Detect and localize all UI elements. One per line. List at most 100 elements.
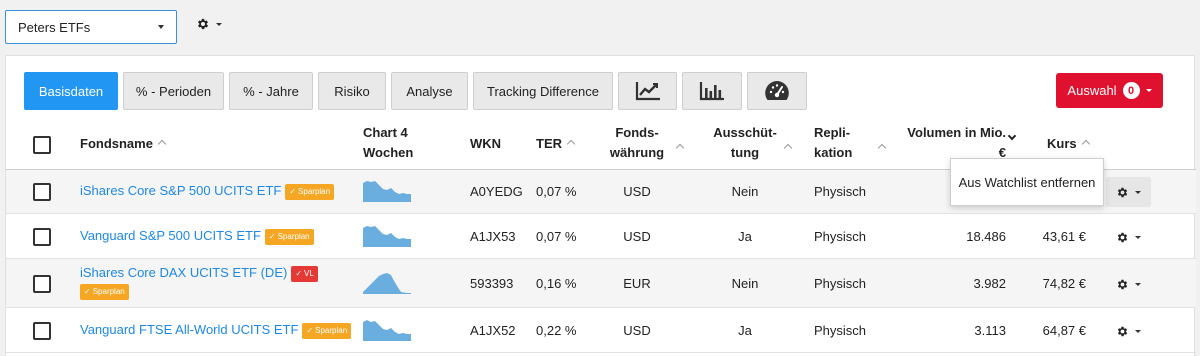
row-checkbox[interactable] <box>33 322 51 340</box>
select-all-checkbox[interactable] <box>33 136 51 154</box>
tab-analyse[interactable]: Analyse <box>391 72 468 110</box>
wkn-cell: A0YEDG <box>470 184 523 199</box>
row-settings-button[interactable] <box>1106 269 1151 299</box>
row-settings-button[interactable] <box>1106 222 1151 252</box>
col-waehrung[interactable]: Fonds-währung <box>607 123 667 163</box>
tab-jahre[interactable]: % - Jahre <box>229 72 313 110</box>
col-ter[interactable]: TER <box>536 134 576 154</box>
sort-down-icon <box>1007 131 1017 141</box>
tab-line-chart[interactable] <box>618 72 677 110</box>
sort-up-icon <box>157 139 167 149</box>
gear-icon <box>197 18 209 30</box>
ter-cell: 0,22 % <box>536 323 577 338</box>
col-label: kation <box>814 145 853 160</box>
col-label: Repli- <box>814 125 851 140</box>
fund-link[interactable]: Vanguard S&P 500 UCITS ETF <box>80 228 261 243</box>
fund-link[interactable]: Vanguard FTSE All-World UCITS ETF <box>80 322 298 337</box>
row-checkbox[interactable] <box>33 228 51 246</box>
row-checkbox[interactable] <box>33 275 51 293</box>
fund-link[interactable]: iShares Core S&P 500 UCITS ETF <box>80 183 281 198</box>
tab-label: Basisdaten <box>38 83 104 99</box>
distribution-cell: Ja <box>738 229 752 244</box>
volume-cell: 18.486 <box>966 229 1006 244</box>
gear-icon <box>1117 279 1128 289</box>
volume-cell: 3.982 <box>973 276 1006 291</box>
col-label: Fondsname <box>80 136 153 151</box>
badge-label: Sparplan <box>277 232 310 241</box>
watchlist-select[interactable]: Peters ETFs <box>5 10 177 44</box>
distribution-cell: Nein <box>731 184 759 199</box>
sparkline-chart <box>363 181 411 202</box>
tab-label: Tracking Difference <box>487 83 599 99</box>
check-icon: ✓ <box>289 187 297 196</box>
check-icon: ✓ <box>295 269 303 278</box>
row-action-menu: Aus Watchlist entfernen <box>950 158 1104 206</box>
auswahl-button[interactable]: Auswahl 0 <box>1056 73 1163 108</box>
fund-name-cell: iShares Core DAX UCITS ETF (DE) ✓ VL ✓ Spar… <box>80 264 318 300</box>
chevron-down-icon <box>1135 282 1141 286</box>
col-replikation[interactable]: Repli-kation <box>814 123 852 163</box>
replication-cell: Physisch <box>814 184 867 199</box>
col-volumen[interactable]: Volumen in Mio. € <box>906 123 1006 163</box>
row-checkbox[interactable] <box>33 183 51 201</box>
watchlist-settings-button[interactable] <box>196 17 222 31</box>
col-label: TER <box>536 136 562 151</box>
wkn-cell: 593393 <box>470 276 514 291</box>
col-chart: Chart 4 Wochen <box>363 123 413 163</box>
gear-icon <box>1117 326 1128 336</box>
tab-label: Risiko <box>334 83 370 99</box>
chevron-down-icon <box>1145 89 1152 92</box>
currency-cell: USD <box>623 229 651 244</box>
col-label: Volumen in Mio. <box>907 125 1006 140</box>
view-tabs: Basisdaten % - Perioden % - Jahre Risiko… <box>24 72 807 110</box>
watchlist-select-value: Peters ETFs <box>18 19 91 35</box>
table-row: Vanguard S&P 500 UCITS ETF ✓ Sparplan A1JX… <box>6 214 1196 259</box>
col-label: Ausschüt- <box>713 125 777 140</box>
tab-speedometer[interactable] <box>747 72 807 110</box>
col-label: Wochen <box>363 145 414 160</box>
fund-link[interactable]: iShares Core DAX UCITS ETF (DE) <box>80 265 287 280</box>
col-label: Kurs <box>1047 136 1077 151</box>
distribution-cell: Ja <box>738 323 752 338</box>
col-ausschuettung[interactable]: Ausschüt-tung <box>709 123 781 163</box>
col-fondsname[interactable]: Fondsname <box>80 134 167 154</box>
ter-cell: 0,07 % <box>536 184 577 199</box>
replication-cell: Physisch <box>814 276 867 291</box>
col-label: Fonds- <box>615 125 659 140</box>
check-icon: ✓ <box>306 326 314 335</box>
sparplan-badge: ✓ Sparplan <box>80 284 129 300</box>
chevron-down-icon <box>1135 190 1141 194</box>
sparplan-badge: ✓ Sparplan <box>264 229 314 245</box>
wkn-cell: A1JX52 <box>470 323 516 338</box>
table-row: Vanguard FTSE All-World UCITS ETF ✓ Sparpl… <box>6 308 1196 353</box>
fund-name-cell: Vanguard S&P 500 UCITS ETF ✓ Sparplan <box>80 227 314 245</box>
tab-risiko[interactable]: Risiko <box>318 72 386 110</box>
sort-up-icon <box>877 143 887 153</box>
col-wkn[interactable]: WKN <box>470 134 501 154</box>
row-settings-button[interactable] <box>1106 316 1151 346</box>
col-label: währung <box>609 145 665 160</box>
col-label: Chart 4 <box>363 125 408 140</box>
tab-tracking-difference[interactable]: Tracking Difference <box>473 72 613 110</box>
tab-bar-chart[interactable] <box>682 72 742 110</box>
col-kurs[interactable]: Kurs <box>1047 134 1090 154</box>
sparkline-chart <box>363 273 411 294</box>
tab-label: % - Jahre <box>243 83 299 99</box>
check-icon: ✓ <box>268 232 276 241</box>
distribution-cell: Nein <box>731 276 759 291</box>
tab-basisdaten[interactable]: Basisdaten <box>24 72 118 110</box>
wkn-cell: A1JX53 <box>470 229 516 244</box>
row-settings-button[interactable] <box>1106 177 1151 207</box>
volume-cell: 3.113 <box>974 323 1006 338</box>
tab-perioden[interactable]: % - Perioden <box>123 72 224 110</box>
badge-label: Sparplan <box>92 287 125 296</box>
remove-from-watchlist-item[interactable]: Aus Watchlist entfernen <box>959 175 1096 190</box>
sparkline-chart <box>363 320 411 341</box>
tab-label: Analyse <box>406 83 453 99</box>
gear-icon <box>1117 187 1128 197</box>
sparplan-badge: ✓ Sparplan <box>285 184 335 200</box>
badge-label: Sparplan <box>298 187 331 196</box>
top-bar: Peters ETFs <box>0 0 1200 52</box>
sort-up-icon <box>1081 139 1090 149</box>
sparkline-chart <box>363 226 411 247</box>
